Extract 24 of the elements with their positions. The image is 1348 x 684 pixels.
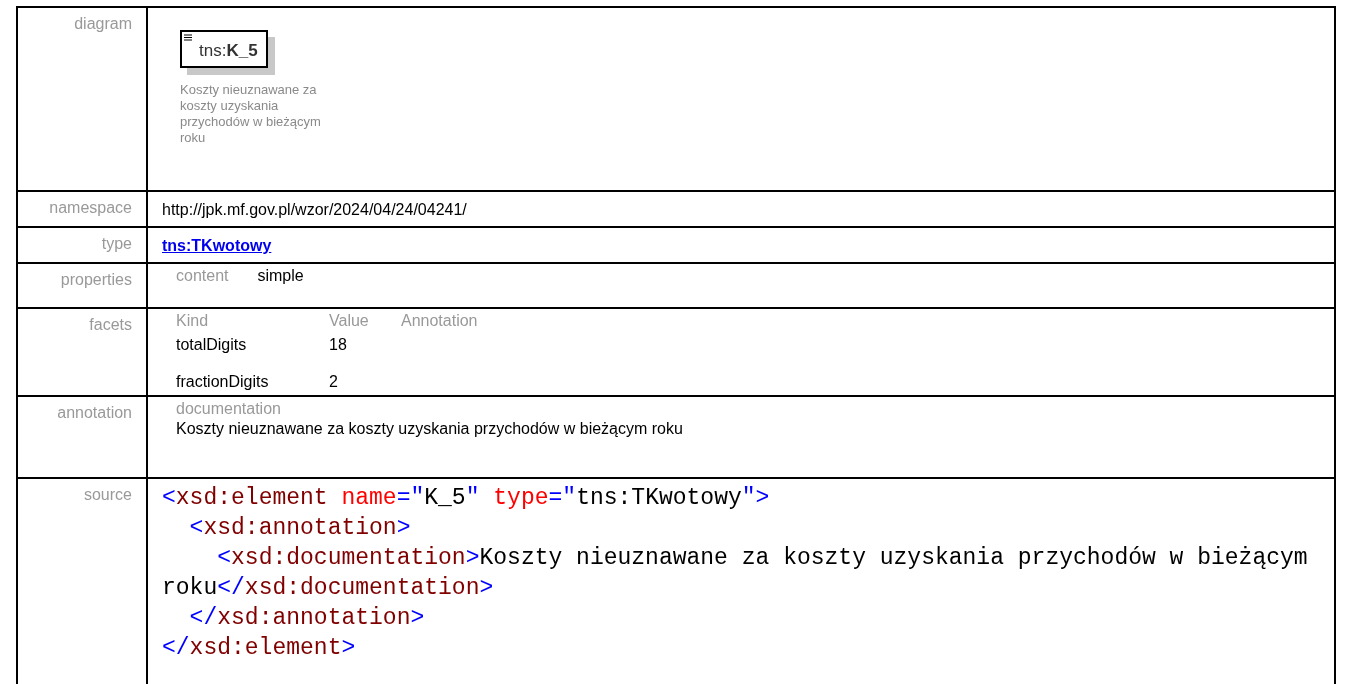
facet-column-header: Annotation: [401, 311, 478, 331]
source-code: <xsd:element name="K_5" type="tns:TKwotowy"> <xsd:annotation> <xsd:documentation>Koszty nieuznawane za koszty uzyskania przychodów w bieżącym roku</xsd:documentation> </xsd:annotation> </xsd:element>: [161, 484, 1309, 663]
list-icon: [184, 34, 192, 41]
property-name: content: [176, 266, 229, 286]
row-label: diagram: [74, 14, 132, 34]
row-label: type: [101, 234, 132, 254]
row-label: source: [83, 485, 132, 505]
row-label: facets: [89, 315, 132, 335]
namespace-value: http://jpk.mf.gov.pl/wzor/2024/04/24/04241/: [162, 201, 467, 218]
element-name: tns:K_5: [199, 41, 258, 60]
facet-column-header: Value: [329, 311, 370, 331]
annotation-heading: documentation: [176, 399, 281, 419]
facet-kind: fractionDigits: [176, 372, 270, 392]
annotation-text: Koszty nieuznawane za koszty uzyskania przychodów w bieżącym roku: [176, 419, 683, 439]
row-label: properties: [60, 270, 132, 290]
facet-value: 18: [329, 335, 348, 355]
row-label: annotation: [57, 403, 132, 423]
row-label: namespace: [49, 198, 132, 218]
property-value: simple: [257, 266, 304, 286]
element-description: Koszty nieuznawane za koszty uzyskania przychodów w bieżącym roku: [180, 81, 322, 146]
facet-value: 2: [329, 372, 339, 392]
facet-column-header: Kind: [176, 311, 210, 331]
facet-kind: totalDigits: [176, 335, 248, 355]
type-link[interactable]: tns:TKwotowy: [162, 237, 272, 254]
